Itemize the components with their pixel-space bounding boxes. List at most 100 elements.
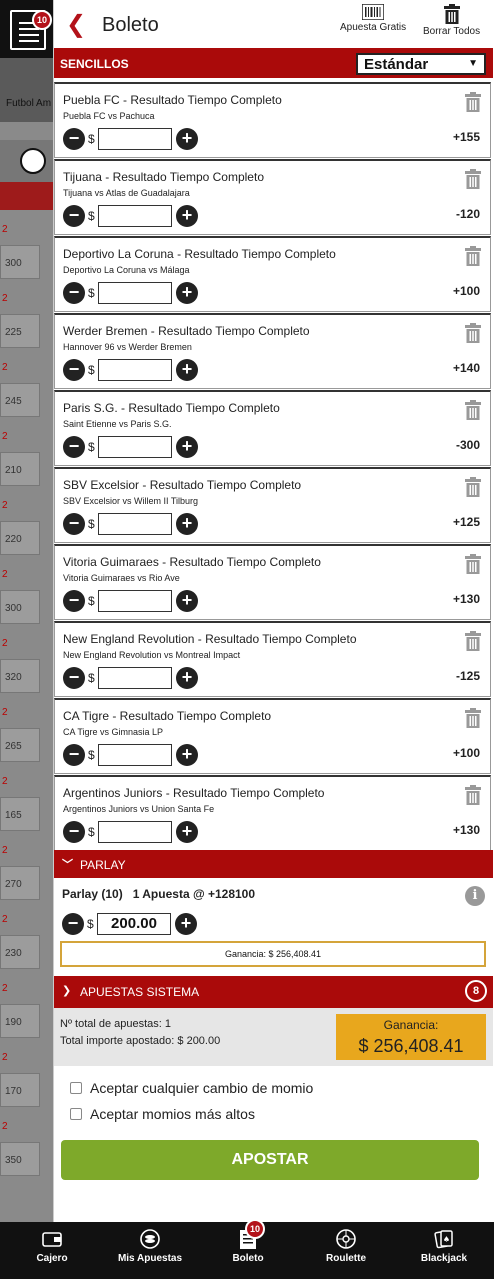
clear-all-button[interactable]: Borrar Todos xyxy=(423,4,480,37)
trash-icon[interactable] xyxy=(464,92,482,115)
dropdown-arrow-icon: ▼ xyxy=(468,58,478,69)
increase-stake-button[interactable]: + xyxy=(176,282,198,304)
background-odds-cell: 245 xyxy=(0,383,40,417)
free-bet-button[interactable]: Apuesta Gratis xyxy=(340,4,406,33)
bet-type-value: Estándar xyxy=(364,56,429,73)
accept-any-change-checkbox[interactable]: Aceptar cualquier cambio de momio xyxy=(70,1080,313,1096)
stake-input[interactable] xyxy=(98,513,172,535)
decrease-stake-button[interactable]: − xyxy=(63,821,85,843)
background-odds-cell: 220 xyxy=(0,521,40,555)
parlay-summary: Parlay (10) 1 Apuesta @ +128100 xyxy=(62,887,256,901)
increase-stake-button[interactable]: + xyxy=(176,205,198,227)
betslip-header: ❮ Boleto Apuesta Gratis Borrar Todos xyxy=(54,0,493,48)
increase-stake-button[interactable]: + xyxy=(176,821,198,843)
bet-selection-title: Tijuana - Resultado Tiempo Completo xyxy=(63,170,264,184)
decrease-stake-button[interactable]: − xyxy=(63,590,85,612)
trash-icon[interactable] xyxy=(464,554,482,577)
currency-symbol: $ xyxy=(88,517,95,531)
increase-stake-button[interactable]: + xyxy=(176,744,198,766)
bet-match-name: Vitoria Guimaraes vs Rio Ave xyxy=(63,573,180,583)
checkbox[interactable] xyxy=(70,1082,82,1094)
single-bet-card: CA Tigre - Resultado Tiempo Completo CA T… xyxy=(54,698,491,774)
increase-stake-button[interactable]: + xyxy=(176,667,198,689)
trash-icon[interactable] xyxy=(464,708,482,731)
decrease-stake-button[interactable]: − xyxy=(63,205,85,227)
decrease-stake-button[interactable]: − xyxy=(63,513,85,535)
nav-blackjack[interactable]: ♠ Blackjack xyxy=(395,1222,493,1279)
trash-icon[interactable] xyxy=(464,323,482,346)
nav-roulette[interactable]: Roulette xyxy=(297,1222,395,1279)
increase-stake-button[interactable]: + xyxy=(176,359,198,381)
increase-stake-button[interactable]: + xyxy=(176,128,198,150)
single-bet-card: Argentinos Juniors - Resultado Tiempo Co… xyxy=(54,775,491,851)
background-odds-marker: 2 xyxy=(2,431,8,442)
single-bet-card: Tijuana - Resultado Tiempo Completo Tijua… xyxy=(54,159,491,235)
background-odds-marker: 2 xyxy=(2,500,8,511)
bet-match-name: Saint Etienne vs Paris S.G. xyxy=(63,419,172,429)
back-chevron-icon[interactable]: ❮ xyxy=(66,10,86,39)
system-bets-count: 8 xyxy=(465,980,487,1002)
winnings-box: Ganancia: $ 256,408.41 xyxy=(336,1014,486,1060)
trash-icon[interactable] xyxy=(464,169,482,192)
decrease-stake-button[interactable]: − xyxy=(63,744,85,766)
currency-symbol: $ xyxy=(88,440,95,454)
parlay-currency: $ xyxy=(87,917,94,931)
bet-selection-title: New England Revolution - Resultado Tiemp… xyxy=(63,632,357,646)
bet-match-name: CA Tigre vs Gimnasia LP xyxy=(63,727,164,737)
nav-label: Boleto xyxy=(232,1253,264,1264)
parlay-decrease-button[interactable]: − xyxy=(62,913,84,935)
stake-input[interactable] xyxy=(98,128,172,150)
trash-icon[interactable] xyxy=(464,477,482,500)
parlay-increase-button[interactable]: + xyxy=(175,913,197,935)
stake-input[interactable] xyxy=(98,821,172,843)
place-bet-button[interactable]: APOSTAR xyxy=(61,1140,479,1180)
parlay-header[interactable]: ﹀ PARLAY xyxy=(54,850,493,878)
singles-header: SENCILLOS Estándar ▼ xyxy=(54,48,493,78)
betslip-panel: ❮ Boleto Apuesta Gratis Borrar Todos SEN… xyxy=(53,0,493,1222)
trash-icon[interactable] xyxy=(464,246,482,269)
bet-selection-title: Werder Bremen - Resultado Tiempo Complet… xyxy=(63,324,310,338)
system-bets-header[interactable]: ❯ APUESTAS SISTEMA 8 xyxy=(54,976,493,1008)
accept-higher-checkbox[interactable]: Aceptar momios más altos xyxy=(70,1106,255,1122)
nav-betslip[interactable]: 10 Boleto xyxy=(199,1219,297,1279)
decrease-stake-button[interactable]: − xyxy=(63,436,85,458)
background-odds-cell: 320 xyxy=(0,659,40,693)
trash-icon[interactable] xyxy=(464,631,482,654)
increase-stake-button[interactable]: + xyxy=(176,513,198,535)
decrease-stake-button[interactable]: − xyxy=(63,282,85,304)
checkbox[interactable] xyxy=(70,1108,82,1120)
bet-type-select[interactable]: Estándar ▼ xyxy=(356,53,486,75)
trash-icon[interactable] xyxy=(464,785,482,808)
increase-stake-button[interactable]: + xyxy=(176,436,198,458)
parlay-amount-input[interactable]: 200.00 xyxy=(97,913,171,935)
decrease-stake-button[interactable]: − xyxy=(63,128,85,150)
decrease-stake-button[interactable]: − xyxy=(63,667,85,689)
background-odds-cell: 225 xyxy=(0,314,40,348)
single-bet-card: Deportivo La Coruna - Resultado Tiempo C… xyxy=(54,236,491,312)
stake-input[interactable] xyxy=(98,436,172,458)
decrease-stake-button[interactable]: − xyxy=(63,359,85,381)
stake-input[interactable] xyxy=(98,744,172,766)
background-odds-marker: 2 xyxy=(2,983,8,994)
info-icon[interactable]: i xyxy=(465,886,485,906)
background-odds-cell: 170 xyxy=(0,1073,40,1107)
background-odds-marker: 2 xyxy=(2,293,8,304)
background-odds-marker: 2 xyxy=(2,914,8,925)
nav-cashier[interactable]: Cajero xyxy=(3,1222,101,1279)
stake-input[interactable] xyxy=(98,590,172,612)
system-bets-label: APUESTAS SISTEMA xyxy=(80,985,200,999)
stake-input[interactable] xyxy=(98,667,172,689)
bet-odds: +130 xyxy=(452,592,480,606)
background-odds-marker: 2 xyxy=(2,845,8,856)
betslip-menu-button[interactable]: 10 xyxy=(10,10,52,50)
increase-stake-button[interactable]: + xyxy=(176,590,198,612)
stake-input[interactable] xyxy=(98,359,172,381)
stake-input[interactable] xyxy=(98,205,172,227)
background-odds-cell: 230 xyxy=(0,935,40,969)
trash-icon[interactable] xyxy=(464,400,482,423)
stake-input[interactable] xyxy=(98,282,172,304)
nav-my-bets[interactable]: Mis Apuestas xyxy=(101,1222,199,1279)
bet-selection-title: Argentinos Juniors - Resultado Tiempo Co… xyxy=(63,786,325,800)
chevron-right-icon: ❯ xyxy=(62,985,72,997)
background-odds-marker: 2 xyxy=(2,1052,8,1063)
